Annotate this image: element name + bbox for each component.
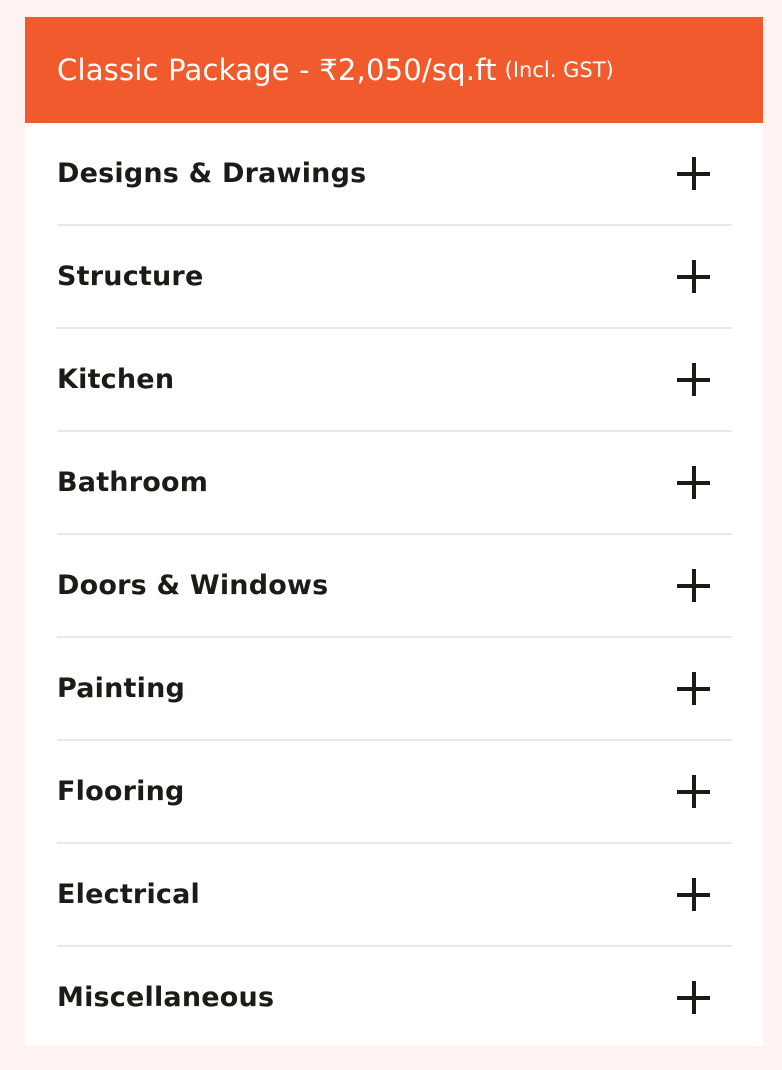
package-header: Classic Package - ₹2,050/sq.ft (Incl. GS… (25, 17, 763, 123)
accordion-item-flooring[interactable]: Flooring (57, 741, 732, 844)
plus-icon[interactable] (677, 157, 710, 190)
plus-icon[interactable] (677, 363, 710, 396)
accordion-item-painting[interactable]: Painting (57, 638, 732, 741)
plus-icon[interactable] (677, 569, 710, 602)
accordion-item-miscellaneous[interactable]: Miscellaneous (57, 947, 732, 1046)
plus-icon[interactable] (677, 878, 710, 911)
accordion-item-structure[interactable]: Structure (57, 226, 732, 329)
plus-icon[interactable] (677, 466, 710, 499)
accordion-item-label: Kitchen (57, 364, 175, 395)
accordion-item-label: Designs & Drawings (57, 158, 367, 189)
package-title: Classic Package - ₹2,050/sq.ft (57, 53, 497, 87)
plus-icon[interactable] (677, 775, 710, 808)
accordion-item-label: Painting (57, 673, 186, 704)
accordion-item-designs-drawings[interactable]: Designs & Drawings (57, 123, 732, 226)
accordion-item-label: Miscellaneous (57, 982, 275, 1013)
accordion-item-label: Structure (57, 261, 204, 292)
accordion-item-label: Doors & Windows (57, 570, 329, 601)
package-card: Classic Package - ₹2,050/sq.ft (Incl. GS… (25, 17, 763, 1046)
plus-icon[interactable] (677, 260, 710, 293)
accordion-item-label: Electrical (57, 879, 200, 910)
accordion-item-label: Flooring (57, 776, 185, 807)
accordion-item-bathroom[interactable]: Bathroom (57, 432, 732, 535)
accordion-item-label: Bathroom (57, 467, 209, 498)
accordion-list: Designs & Drawings Structure Kitchen Bat… (25, 123, 763, 1046)
accordion-item-kitchen[interactable]: Kitchen (57, 329, 732, 432)
plus-icon[interactable] (677, 981, 710, 1014)
accordion-item-doors-windows[interactable]: Doors & Windows (57, 535, 732, 638)
plus-icon[interactable] (677, 672, 710, 705)
package-subtitle: (Incl. GST) (504, 58, 614, 82)
accordion-item-electrical[interactable]: Electrical (57, 844, 732, 947)
